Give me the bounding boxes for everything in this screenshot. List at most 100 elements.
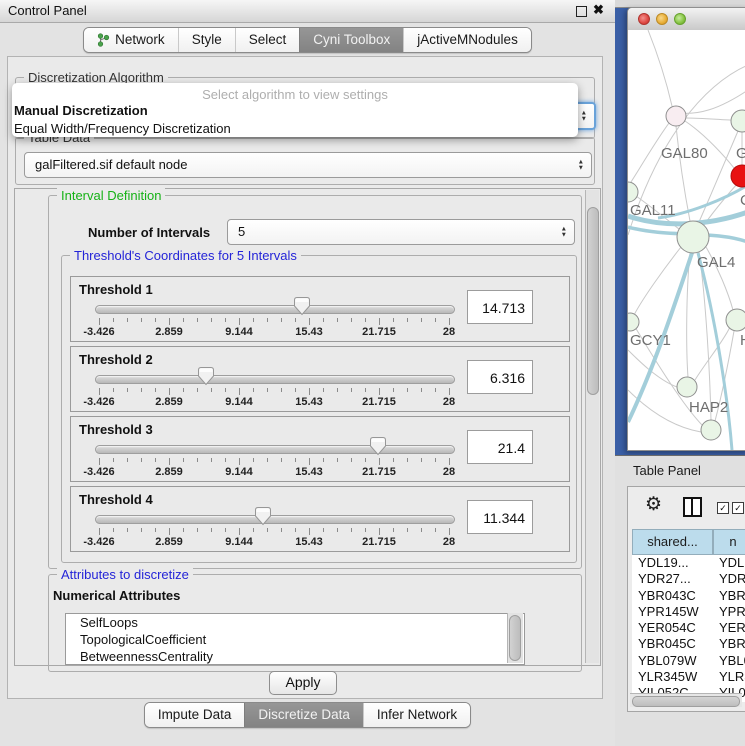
- slider-tick: [239, 458, 240, 465]
- cell-name: YBL0: [713, 653, 745, 668]
- slider-scale-label: 9.144: [225, 326, 253, 338]
- numerical-attributes-list[interactable]: SelfLoopsTopologicalCoefficientBetweenne…: [65, 613, 525, 665]
- zoom-traffic-light-icon[interactable]: [674, 13, 686, 25]
- table-panel-body: ⚙ ✓ ✓ shared... n YDL19...YDL1YDR27...YD…: [627, 486, 745, 712]
- network-node-green[interactable]: [628, 182, 638, 202]
- gear-icon[interactable]: ⚙: [645, 493, 662, 516]
- slider-tick: [421, 528, 422, 532]
- attribute-item-selfloops[interactable]: SelfLoops: [66, 614, 524, 631]
- slider-tick: [169, 318, 170, 325]
- algorithm-option-equal-width-frequency-discretization[interactable]: Equal Width/Frequency Discretization: [12, 119, 578, 137]
- slider-tick: [113, 528, 114, 532]
- close-traffic-light-icon[interactable]: [638, 13, 650, 25]
- network-node-red[interactable]: [731, 165, 745, 187]
- threshold-value-field[interactable]: 14.713: [467, 290, 533, 324]
- checkbox-icon[interactable]: ✓: [717, 502, 729, 514]
- slider-tick: [211, 388, 212, 392]
- column-header-name[interactable]: n: [713, 529, 745, 555]
- network-edge[interactable]: [686, 118, 731, 120]
- slider-tick: [169, 528, 170, 535]
- tab-label: Cyni Toolbox: [313, 32, 390, 47]
- tab-label: Network: [115, 32, 165, 47]
- network-node-green[interactable]: [731, 110, 745, 132]
- network-canvas[interactable]: GAL80GAGAL11CGAL4GCY1HHAP2: [628, 30, 745, 450]
- number-of-intervals-combobox[interactable]: 5 ▲▼: [227, 219, 575, 245]
- float-window-icon[interactable]: [576, 6, 587, 17]
- network-edge[interactable]: [676, 126, 690, 221]
- tab-label: Select: [249, 32, 287, 47]
- network-edge[interactable]: [695, 327, 730, 380]
- threshold-value-field[interactable]: 21.4: [467, 430, 533, 464]
- threshold-slider-track[interactable]: [95, 375, 455, 384]
- table-row[interactable]: YBR045CYBR0: [632, 636, 745, 652]
- slider-scale-label: 28: [443, 326, 455, 338]
- tab-cyni-toolbox[interactable]: Cyni Toolbox: [299, 28, 403, 52]
- algorithm-option-manual-discretization[interactable]: Manual Discretization: [12, 101, 578, 119]
- checkbox-icon[interactable]: ✓: [732, 502, 744, 514]
- network-node-green[interactable]: [701, 420, 721, 440]
- threshold-slider-thumb[interactable]: [369, 436, 387, 456]
- slider-tick: [197, 318, 198, 322]
- table-row[interactable]: YDL19...YDL1: [632, 555, 745, 571]
- table-row[interactable]: YDR27...YDR2: [632, 571, 745, 587]
- threshold-slider-track[interactable]: [95, 305, 455, 314]
- columns-icon[interactable]: [683, 497, 702, 517]
- settings-scrollbar[interactable]: [585, 190, 599, 663]
- tab-discretize-data[interactable]: Discretize Data: [244, 703, 363, 727]
- apply-button[interactable]: Apply: [269, 671, 337, 695]
- network-edge[interactable]: [648, 30, 672, 106]
- table-row[interactable]: YLR345WYLR3: [632, 669, 745, 685]
- threshold-slider-thumb[interactable]: [254, 506, 272, 526]
- table-hscrollbar-thumb[interactable]: [632, 696, 740, 707]
- network-node-green[interactable]: [677, 221, 709, 253]
- slider-tick: [281, 318, 282, 322]
- network-node-green[interactable]: [677, 377, 697, 397]
- tab-infer-network[interactable]: Infer Network: [363, 703, 470, 727]
- table-row[interactable]: YER054CYER0: [632, 620, 745, 636]
- threshold-value-field[interactable]: 11.344: [467, 500, 533, 534]
- slider-tick: [393, 388, 394, 392]
- minimize-traffic-light-icon[interactable]: [656, 13, 668, 25]
- table-row[interactable]: YBL079WYBL0: [632, 653, 745, 669]
- network-node-pink[interactable]: [666, 106, 686, 126]
- combo-stepper-icon[interactable]: ▲▼: [578, 160, 584, 171]
- tab-select[interactable]: Select: [235, 28, 300, 52]
- attributes-list-scrollbar[interactable]: [507, 613, 523, 663]
- threshold-slider-track[interactable]: [95, 445, 455, 454]
- slider-tick: [379, 388, 380, 395]
- slider-tick: [183, 458, 184, 462]
- slider-tick: [155, 388, 156, 392]
- attribute-item-topologicalcoefficient[interactable]: TopologicalCoefficient: [66, 631, 524, 648]
- combo-stepper-icon[interactable]: ▲▼: [561, 227, 567, 238]
- tab-jactivemnodules[interactable]: jActiveMNodules: [403, 28, 531, 52]
- network-node-green[interactable]: [628, 313, 639, 331]
- slider-tick: [239, 388, 240, 395]
- table-horizontal-scrollbar[interactable]: [630, 693, 742, 707]
- settings-scrollbar-thumb[interactable]: [587, 207, 599, 395]
- table-data-combobox[interactable]: galFiltered.sif default node ▲▼: [24, 152, 592, 178]
- table-row[interactable]: YPR145WYPR1: [632, 604, 745, 620]
- tab-network[interactable]: Network: [84, 28, 178, 52]
- attributes-scrollbar-thumb[interactable]: [509, 615, 521, 661]
- slider-tick: [393, 528, 394, 532]
- slider-tick: [421, 318, 422, 322]
- attribute-item-betweennesscentrality[interactable]: BetweennessCentrality: [66, 648, 524, 665]
- threshold-slider-thumb[interactable]: [197, 366, 215, 386]
- network-node-green[interactable]: [726, 309, 745, 331]
- threshold-slider-thumb[interactable]: [293, 296, 311, 316]
- tab-style[interactable]: Style: [178, 28, 235, 52]
- slider-scale-label: 28: [443, 396, 455, 408]
- slider-tick: [267, 318, 268, 322]
- column-header-shared-name[interactable]: shared...: [632, 529, 713, 555]
- slider-tick: [113, 318, 114, 322]
- network-edge[interactable]: [678, 90, 745, 113]
- combo-stepper-icon[interactable]: ▲▼: [581, 111, 587, 122]
- close-icon[interactable]: ✖: [593, 2, 604, 18]
- threshold-slider-track[interactable]: [95, 515, 455, 524]
- threshold-value-field[interactable]: 6.316: [467, 360, 533, 394]
- slider-tick: [211, 458, 212, 462]
- slider-scale-label: 2.859: [155, 326, 183, 338]
- table-row[interactable]: YBR043CYBR0: [632, 588, 745, 604]
- tab-impute-data[interactable]: Impute Data: [145, 703, 245, 727]
- slider-tick: [155, 528, 156, 532]
